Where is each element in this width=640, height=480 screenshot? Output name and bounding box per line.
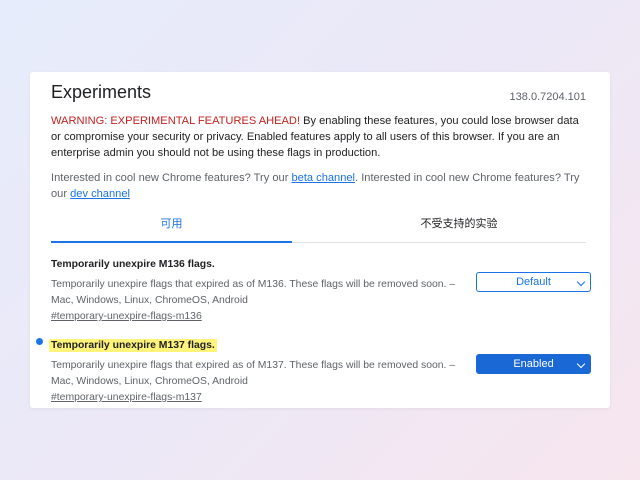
flag-m136: Temporarily unexpire M136 flags. Tempora…: [51, 254, 591, 325]
page-title: Experiments: [51, 82, 152, 102]
warning-prefix: WARNING: EXPERIMENTAL FEATURES AHEAD!: [51, 115, 301, 127]
modified-indicator-dot: [36, 338, 43, 345]
flag-description: Temporarily unexpire flags that expired …: [51, 279, 456, 306]
tab-unavailable[interactable]: 不受支持的实验: [343, 210, 575, 243]
dev-channel-link[interactable]: dev channel: [70, 188, 130, 200]
tab-bar: 可用 不受支持的实验: [51, 210, 586, 243]
flag-permalink[interactable]: #temporary-unexpire-flags-m137: [51, 390, 591, 406]
flag-title: Temporarily unexpire M136 flags.: [51, 259, 215, 270]
version-label: 138.0.7204.101: [509, 91, 586, 103]
channel-text-1: Interested in cool new Chrome features? …: [51, 172, 292, 184]
chevron-down-icon: [576, 359, 586, 369]
flag-title: Temporarily unexpire M137 flags.: [49, 339, 217, 352]
chevron-down-icon: [576, 277, 586, 287]
select-value: Enabled: [513, 358, 554, 370]
select-value: Default: [516, 276, 551, 288]
flag-m137-select[interactable]: Enabled: [476, 354, 591, 374]
tab-available[interactable]: 可用: [51, 210, 292, 243]
beta-channel-link[interactable]: beta channel: [291, 172, 355, 184]
flag-permalink[interactable]: #temporary-unexpire-flags-m136: [51, 309, 591, 325]
channel-info: Interested in cool new Chrome features? …: [51, 170, 591, 202]
flag-m137: Temporarily unexpire M137 flags. Tempora…: [36, 335, 591, 406]
experiments-card: Experiments 138.0.7204.101 WARNING: EXPE…: [30, 72, 610, 408]
warning-text: WARNING: EXPERIMENTAL FEATURES AHEAD! By…: [51, 113, 591, 161]
flag-m136-select[interactable]: Default: [476, 272, 591, 292]
flag-description: Temporarily unexpire flags that expired …: [51, 360, 456, 387]
